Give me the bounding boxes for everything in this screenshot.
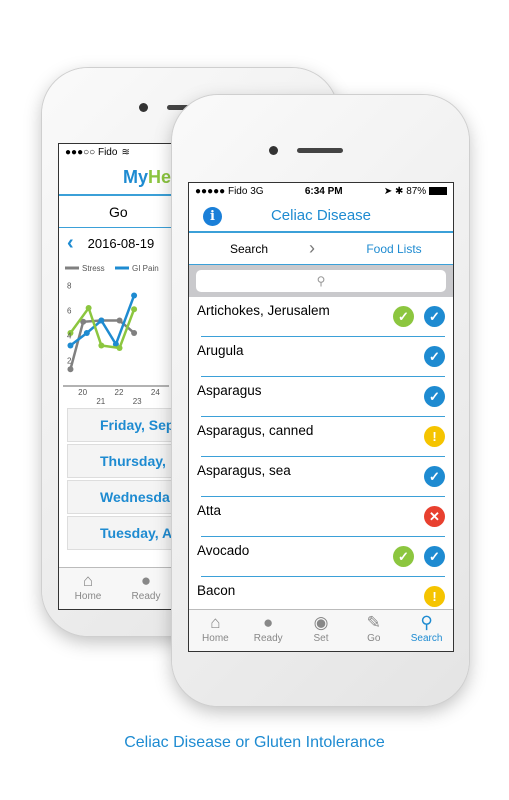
tab-label: Go: [367, 633, 381, 644]
food-list-item[interactable]: Artichokes, Jerusalem ✓ ✓: [189, 297, 453, 337]
tab-ready[interactable]: ● Ready: [117, 568, 175, 609]
food-name: Asparagus, canned: [197, 423, 314, 438]
battery-icon: [428, 186, 447, 195]
wifi-icon: ≋: [121, 146, 130, 158]
segment-go[interactable]: Go: [109, 204, 128, 220]
data-point: [98, 342, 105, 349]
food-name: Arugula: [197, 343, 244, 358]
front-phone: ●●●●● Fido 3G 6:34 PM ➤ ✱ 87% i Celiac Dise…: [172, 95, 469, 706]
food-name: Avocado: [197, 543, 250, 558]
data-point: [83, 330, 90, 336]
search-icon: ⚲: [420, 613, 433, 632]
data-point: [131, 306, 138, 313]
x-tick: 21: [96, 397, 105, 406]
data-point: [131, 292, 138, 299]
blue-check-icon: ✓: [424, 386, 445, 407]
legend-label: GI Pain: [132, 264, 159, 273]
caption: Celiac Disease or Gluten Intolerance: [124, 734, 385, 751]
blue-check-icon: ✓: [424, 546, 445, 567]
food-name: Atta: [197, 503, 222, 518]
tab-label: Home: [74, 591, 102, 602]
time: 6:34 PM: [304, 185, 343, 197]
search-icon: ⚲: [316, 274, 326, 288]
y-tick: 8: [67, 282, 72, 291]
chevron-right-icon: ›: [309, 238, 315, 258]
info-icon[interactable]: i: [203, 207, 222, 226]
y-tick: 6: [67, 307, 72, 316]
data-point: [85, 305, 92, 311]
data-point: [67, 342, 74, 349]
app-title-he: He: [148, 166, 172, 187]
food-list-item[interactable]: Asparagus, canned!: [189, 417, 453, 457]
x-tick: 22: [115, 388, 124, 397]
home-icon: ⌂: [210, 613, 221, 632]
yellow-warning-icon: !: [424, 586, 445, 607]
tab-go[interactable]: ✎ Go: [347, 610, 400, 651]
camera: [269, 146, 278, 155]
line-chart: Stress GI Pain24682021222324: [63, 264, 169, 406]
tab-label: Set: [313, 633, 329, 644]
tab-label: Ready: [253, 633, 283, 644]
search-input[interactable]: ⚲: [196, 270, 446, 292]
food-list-item[interactable]: Asparagus ✓: [189, 377, 453, 417]
x-tick: 23: [133, 397, 142, 406]
prev-date-icon[interactable]: ‹: [67, 232, 74, 255]
date-label: 2016-08-19: [87, 235, 155, 251]
apple-icon: ●: [263, 613, 274, 632]
tab-home[interactable]: ⌂ Home: [189, 610, 242, 651]
page-title: Celiac Disease: [270, 206, 372, 224]
yellow-warning-icon: !: [424, 426, 445, 447]
food-list-item[interactable]: Avocado ✓ ✓: [189, 537, 453, 577]
plate-icon: ◉: [313, 613, 329, 632]
speaker: [297, 148, 343, 153]
food-name: Bacon: [197, 583, 236, 598]
food-list-item[interactable]: Atta ✕: [189, 497, 453, 537]
blue-check-icon: ✓: [424, 306, 445, 327]
tab-search[interactable]: ⚲ Search: [400, 610, 453, 651]
green-check-icon: ✓: [393, 546, 414, 567]
tab-label: Search: [410, 633, 443, 644]
food-list-item[interactable]: Arugula ✓: [189, 337, 453, 377]
green-check-icon: ✓: [393, 306, 414, 327]
app-title-my: My: [123, 166, 149, 187]
data-point: [131, 330, 138, 336]
y-tick: 4: [67, 332, 72, 341]
location-icon: ➤ ✱: [383, 185, 407, 197]
battery: 87%: [406, 185, 427, 197]
x-tick: 24: [151, 388, 160, 397]
data-point: [116, 345, 123, 351]
tab-home[interactable]: ⌂ Home: [59, 568, 117, 609]
data-point: [98, 317, 105, 324]
y-tick: 2: [67, 357, 72, 366]
data-point: [67, 366, 74, 373]
series-line: [69, 305, 136, 350]
food-name: Asparagus: [197, 383, 262, 398]
food-name: Artichokes, Jerusalem: [197, 303, 330, 318]
notebook-icon: ✎: [366, 613, 381, 632]
blue-check-icon: ✓: [424, 466, 445, 487]
tab-set[interactable]: ◉ Set: [295, 610, 348, 651]
tab-ready[interactable]: ● Ready: [242, 610, 295, 651]
food-name: Asparagus, sea: [197, 463, 291, 478]
apple-icon: ●: [140, 571, 152, 590]
front-screen: ●●●●● Fido 3G 6:34 PM ➤ ✱ 87% i Celiac Dise…: [188, 182, 454, 652]
home-icon: ⌂: [82, 571, 94, 590]
data-point: [116, 317, 123, 324]
carrier: ●●●●● Fido 3G: [195, 185, 264, 197]
legend-label: Stress: [82, 264, 105, 273]
blue-check-icon: ✓: [424, 346, 445, 367]
camera: [139, 103, 148, 112]
carrier: ●●●○○ Fido: [65, 146, 118, 158]
x-tick: 20: [78, 388, 87, 397]
segment-food-lists[interactable]: Food Lists: [335, 242, 453, 256]
tab-label: Ready: [131, 591, 161, 602]
tab-label: Home: [202, 633, 229, 644]
red-x-icon: ✕: [424, 506, 445, 527]
segment-search[interactable]: Search: [189, 242, 309, 256]
food-list-item[interactable]: Asparagus, sea ✓: [189, 457, 453, 497]
